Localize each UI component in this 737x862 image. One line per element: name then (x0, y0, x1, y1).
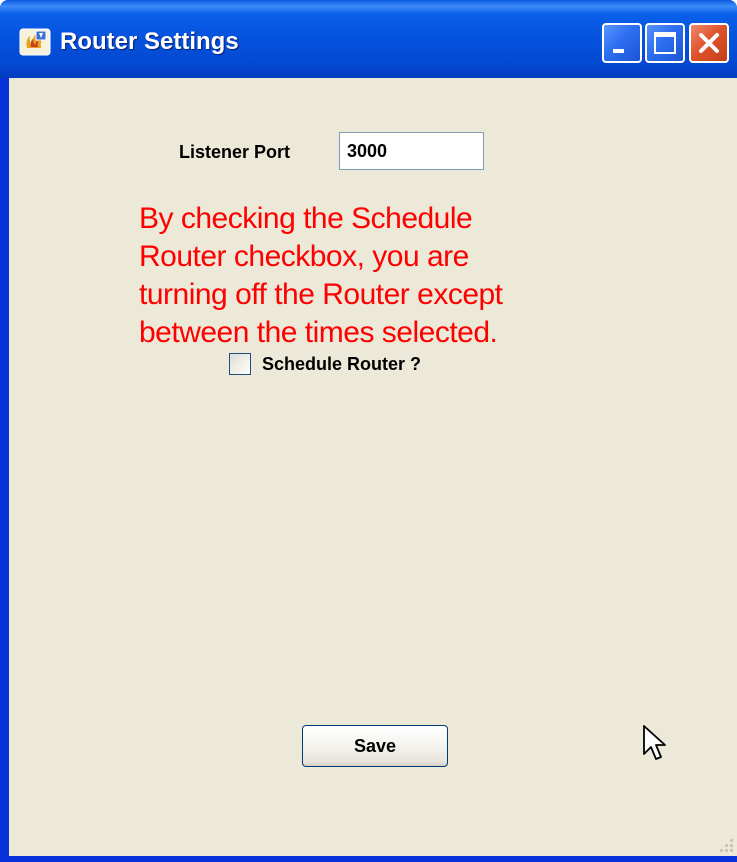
mouse-pointer-icon (643, 725, 666, 760)
schedule-warning-text: By checking the Schedule Router checkbox… (139, 200, 609, 352)
warning-line: By checking the Schedule (139, 202, 473, 235)
java-cup-icon (19, 28, 51, 56)
close-icon (699, 33, 719, 53)
warning-line: turning off the Router except (139, 278, 503, 311)
window-bottom-border (0, 856, 737, 862)
close-button[interactable] (689, 23, 729, 63)
window-title: Router Settings (60, 28, 239, 55)
maximize-icon (654, 32, 676, 54)
schedule-router-checkbox[interactable] (229, 353, 251, 375)
resize-grip-icon[interactable] (713, 836, 735, 856)
maximize-button[interactable] (645, 23, 685, 63)
listener-port-label: Listener Port (179, 142, 291, 162)
router-settings-window: Router Settings Listener Port By checkin… (0, 0, 737, 862)
minimize-button[interactable] (602, 23, 642, 63)
schedule-router-label[interactable]: Schedule Router ? (262, 353, 421, 375)
minimize-icon (613, 49, 624, 53)
listener-port-input[interactable] (339, 132, 484, 170)
title-bar[interactable]: Router Settings (0, 0, 737, 78)
warning-line: between the times selected. (139, 316, 498, 349)
warning-line: Router checkbox, you are (139, 240, 469, 273)
save-button[interactable]: Save (302, 725, 448, 767)
